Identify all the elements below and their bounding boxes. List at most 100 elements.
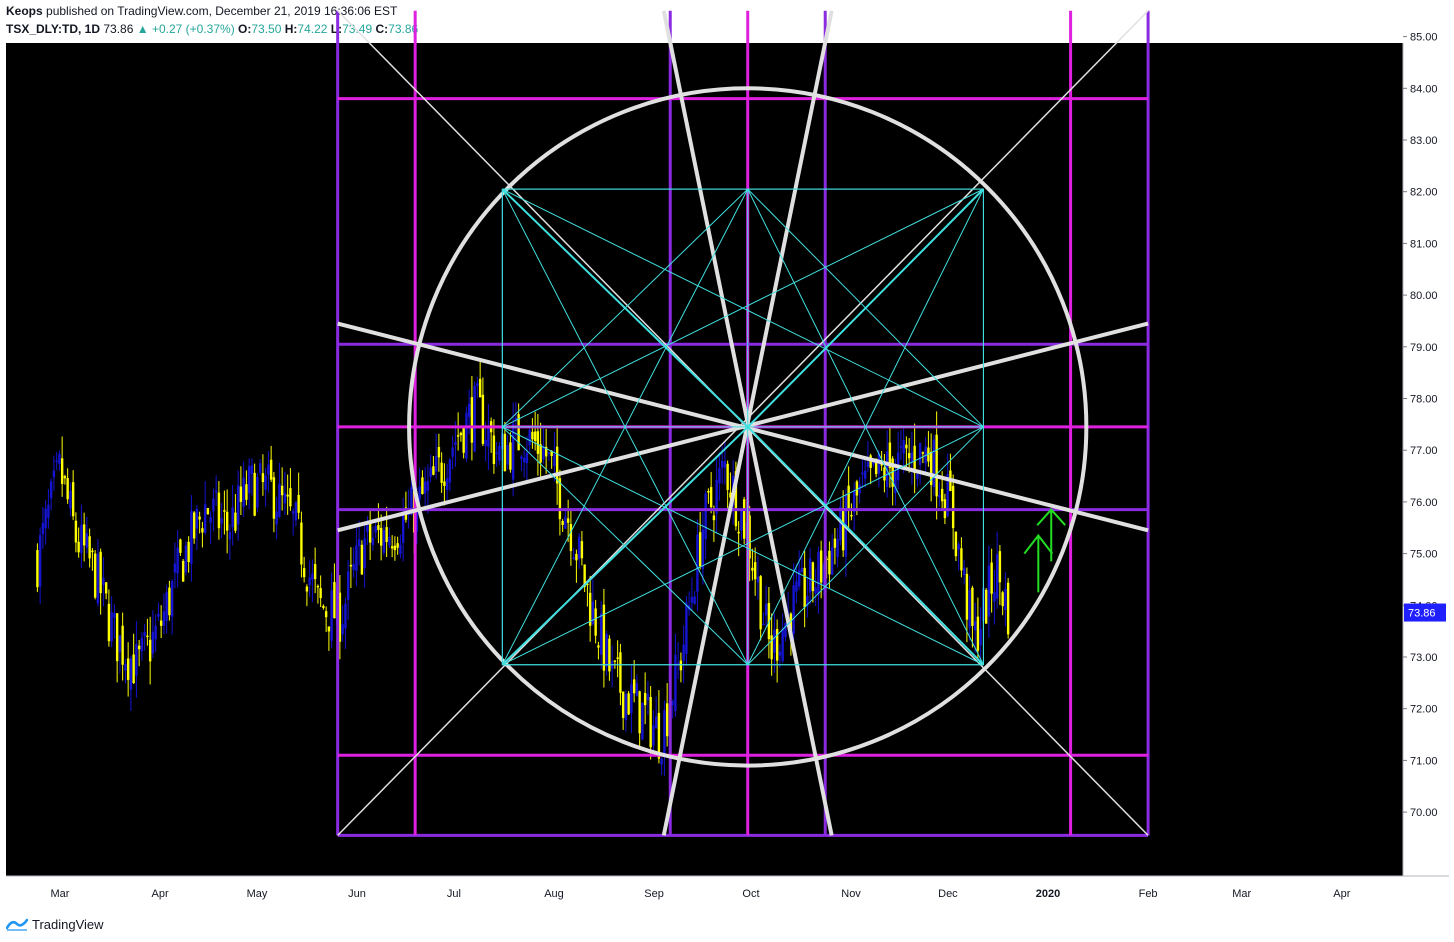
time-tick-label: Apr [1333, 888, 1350, 900]
tradingview-footer[interactable]: TradingView [6, 914, 104, 934]
candle-body [803, 567, 806, 608]
candle-body [635, 683, 639, 696]
candle-body [110, 612, 113, 642]
candle-body [418, 486, 421, 500]
candle-body [883, 467, 886, 481]
candle-body [302, 568, 306, 578]
candle-body [693, 596, 696, 604]
candle-body [41, 522, 45, 535]
candle-body [132, 654, 135, 684]
candle-body [564, 516, 567, 529]
candle-body [374, 526, 377, 533]
candle-body [206, 508, 210, 515]
candle-body [60, 458, 64, 484]
candle-body [998, 551, 1002, 583]
candle-body [143, 632, 146, 637]
candle-body [247, 466, 251, 494]
candle-body [976, 616, 980, 651]
candle-body [962, 567, 966, 576]
candle-body [388, 536, 391, 546]
candle-body [597, 645, 600, 648]
candle-body [176, 547, 179, 574]
candle-body [437, 447, 441, 458]
candle-body [577, 536, 581, 560]
price-axis-background [1403, 43, 1449, 876]
candle-body [297, 494, 300, 513]
candle-body [154, 625, 157, 640]
candle-body [850, 514, 853, 517]
candle-body [902, 440, 905, 454]
candle-body [855, 481, 859, 496]
candle-body [921, 452, 925, 454]
candle-body [283, 493, 287, 504]
candle-body [723, 461, 727, 468]
candle-body [993, 592, 996, 602]
candle-body [773, 629, 776, 653]
candle-body [770, 635, 773, 660]
candle-body [225, 511, 229, 531]
candle-body [190, 510, 193, 564]
candle-body [649, 696, 652, 748]
candle-body [121, 625, 124, 665]
candle-body [965, 573, 969, 620]
candle-body [47, 504, 50, 518]
candle-body [957, 544, 960, 550]
candle-body [726, 463, 729, 490]
candle-body [987, 565, 991, 617]
candle-body [751, 567, 754, 571]
candle-body [624, 693, 628, 721]
candle-body [616, 657, 619, 659]
candle-body [561, 520, 564, 525]
candle-body [907, 453, 911, 459]
candle-body [814, 587, 817, 594]
candle-body [646, 694, 650, 701]
candle-body [399, 544, 402, 554]
candle-body [473, 385, 476, 452]
candle-body [272, 477, 276, 519]
candle-body [828, 550, 831, 575]
candle-body [643, 693, 647, 706]
candle-body [96, 553, 100, 604]
candle-body [1001, 592, 1004, 607]
time-tick-label: Jul [447, 888, 461, 900]
candle-body [291, 511, 295, 514]
candle-body [300, 522, 303, 565]
candle-body [503, 433, 507, 472]
candle-body [800, 567, 804, 573]
candle-body [234, 512, 237, 531]
price-chart[interactable]: 70.0071.0072.0073.0074.0075.0076.0077.00… [0, 0, 1454, 912]
candle-body [115, 613, 119, 662]
candle-body [932, 439, 936, 488]
candle-body [954, 531, 958, 557]
candle-body [792, 585, 795, 634]
price-tick-label: 78.00 [1410, 394, 1438, 406]
candle-body [679, 660, 683, 671]
candle-body [539, 444, 542, 463]
candle-body [707, 491, 710, 493]
candle-body [324, 611, 328, 618]
candle-body [742, 499, 746, 539]
candle-body [555, 446, 559, 484]
candle-body [836, 539, 839, 558]
candle-body [619, 652, 622, 693]
candle-body [495, 452, 498, 454]
last-price-label: 73.86 [1408, 608, 1436, 620]
price-tick-label: 79.00 [1410, 342, 1438, 354]
candle-body [357, 539, 361, 546]
candle-body [212, 498, 215, 512]
candle-body [470, 397, 474, 443]
candle-body [77, 541, 80, 553]
candle-body [198, 516, 201, 520]
candle-body [938, 495, 941, 498]
candle-body [916, 473, 919, 479]
candle-body [379, 527, 383, 546]
candle-body [509, 442, 512, 470]
candle-body [275, 511, 278, 525]
candle-body [575, 553, 578, 561]
candle-body [250, 465, 254, 475]
price-tick-label: 70.00 [1410, 807, 1438, 819]
candle-body [239, 486, 243, 502]
candle-body [187, 541, 190, 563]
candle-body [355, 545, 358, 571]
candle-body [368, 523, 372, 543]
